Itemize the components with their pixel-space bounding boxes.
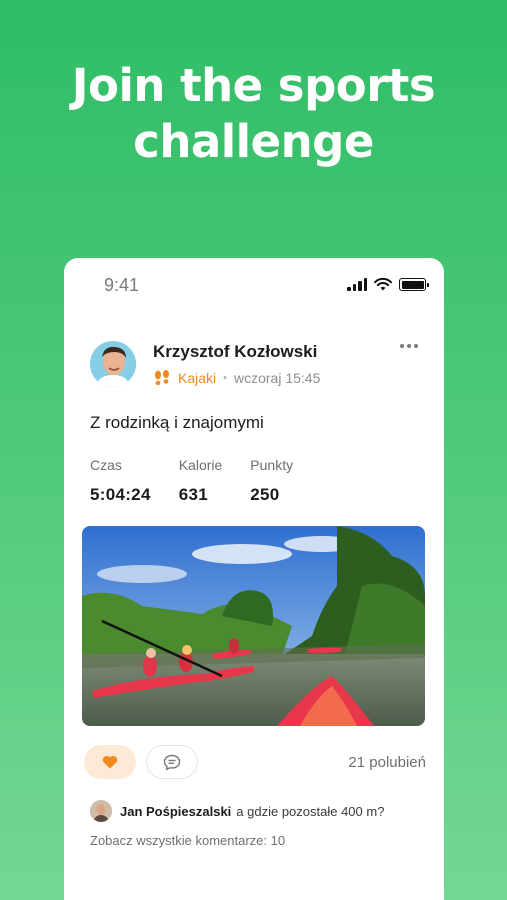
headline-line-2: challenge bbox=[133, 115, 374, 168]
comment-text: a gdzie pozostałe 400 m? bbox=[236, 803, 385, 819]
comment-button[interactable] bbox=[146, 745, 198, 779]
stat-points: Punkty 250 bbox=[250, 457, 293, 505]
phone-screen: 9:41 Krzysztof Kozłowski Kajaki • wczora… bbox=[64, 258, 444, 900]
status-time: 9:41 bbox=[104, 275, 140, 295]
post-title: Z rodzinką i znajomymi bbox=[90, 413, 264, 432]
signal-icon bbox=[347, 278, 367, 291]
post-author[interactable]: Krzysztof Kozłowski bbox=[153, 342, 317, 362]
stat-label: Kalorie bbox=[178, 457, 223, 473]
like-button[interactable] bbox=[84, 745, 136, 779]
stat-label: Punkty bbox=[250, 457, 294, 473]
comment-icon bbox=[163, 754, 181, 770]
post-stats: Czas 5:04:24 Kalorie 631 Punkty 250 bbox=[90, 457, 321, 505]
headline: Join the sports challenge bbox=[0, 58, 507, 170]
battery-icon bbox=[399, 278, 429, 291]
status-bar: 9:41 bbox=[64, 258, 444, 314]
view-all-comments-link[interactable]: Zobacz wszystkie komentarze: 10 bbox=[90, 833, 285, 848]
wifi-icon bbox=[374, 278, 392, 291]
kayaking-photo[interactable] bbox=[82, 526, 425, 726]
meta-separator: • bbox=[223, 372, 227, 384]
stat-calories: Kalorie 631 bbox=[179, 457, 223, 505]
stat-value: 5:04:24 bbox=[90, 485, 151, 504]
footprints-icon bbox=[155, 370, 169, 386]
stat-time: Czas 5:04:24 bbox=[90, 457, 151, 505]
comment-row: Jan Pośpieszalski a gdzie pozostałe 400 … bbox=[90, 800, 384, 822]
activity-type[interactable]: Kajaki bbox=[178, 370, 216, 386]
comment-avatar[interactable] bbox=[90, 800, 112, 822]
stat-value: 631 bbox=[178, 485, 208, 504]
heart-icon bbox=[102, 755, 118, 769]
stat-value: 250 bbox=[250, 485, 280, 504]
more-options-icon[interactable] bbox=[400, 344, 418, 348]
post-meta: Kajaki • wczoraj 15:45 bbox=[153, 370, 320, 386]
headline-line-1: Join the sports bbox=[71, 59, 436, 112]
stat-label: Czas bbox=[90, 457, 122, 473]
status-icons bbox=[347, 278, 429, 291]
avatar[interactable] bbox=[90, 341, 136, 387]
post-timestamp: wczoraj 15:45 bbox=[234, 370, 321, 386]
likes-count[interactable]: 21 polubień bbox=[348, 754, 426, 771]
comment-author[interactable]: Jan Pośpieszalski bbox=[120, 804, 231, 819]
